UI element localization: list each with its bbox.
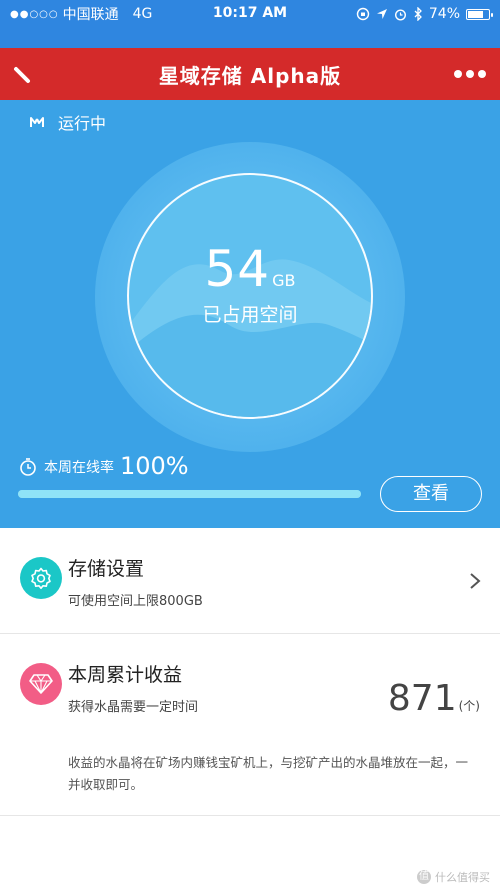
battery-icon [466,8,493,20]
earnings-description: 收益的水晶将在矿场内赚钱宝矿机上，与挖矿产出的水晶堆放在一起，一并收取即可。 [68,755,469,792]
orientation-lock-icon [356,7,370,21]
status-bar: ●●○○○ 中国联通 4G 10:17 AM 74% [0,0,500,28]
watermark-badge: 值 [417,870,431,884]
view-button[interactable]: 查看 [380,476,482,512]
earnings-value: 871 [387,678,457,719]
storage-limit-text: 可使用空间上限800GB [68,594,203,609]
battery-fill [468,10,483,18]
earnings-subtitle: 获得水晶需要一定时间 [68,700,199,715]
status-label: 运行中 [58,114,107,133]
gear-icon [31,567,51,590]
status-strip [0,28,500,48]
watermark: 值 什么值得买 [417,869,490,885]
online-progress-fill [18,490,361,498]
running-status: 运行中 [28,110,106,134]
network-type: 4G [132,6,153,22]
usage-label: 已占用空间 [202,304,298,326]
diamond-icon [29,674,53,694]
storage-settings-row[interactable]: 存储设置 可使用空间上限800GB [0,528,500,634]
stopwatch-icon [20,458,36,476]
storage-settings-title: 存储设置 [68,558,145,580]
carrier-name: 中国联通 [62,7,119,23]
usage-unit: GB [272,271,296,290]
location-icon [376,9,387,19]
app-header: 星域存储 Alpha版 [0,48,500,100]
online-rate: 本周在线率 100% [18,452,189,480]
dot [454,70,462,78]
earnings-unit: (个) [458,699,480,713]
dot [466,70,474,78]
watermark-text: 什么值得买 [435,871,490,884]
online-rate-value: 100% [120,452,189,480]
usage-value: 54 [204,240,271,298]
status-icons: 74% [356,6,493,22]
pencil-icon[interactable] [10,60,38,88]
dot [478,70,486,78]
usage-readout: 54 GB 已占用空间 [127,240,373,327]
battery-percent: 74% [428,6,460,22]
online-progress-bar [18,490,361,498]
online-rate-label: 本周在线率 [44,460,114,476]
more-dots-icon[interactable] [454,62,486,86]
page-title: 星域存储 Alpha版 [158,63,342,88]
earnings-title: 本周累计收益 [68,664,183,686]
running-status-icon [30,117,44,127]
earnings-amount: 871 (个) [388,678,480,719]
weekly-earnings-card: 本周累计收益 获得水晶需要一定时间 871 (个) 收益的水晶将在矿场内赚钱宝矿… [0,634,500,816]
bluetooth-icon [414,7,422,21]
alarm-icon [394,8,406,21]
earnings-icon-badge [20,663,62,705]
chevron-right-icon[interactable] [468,572,482,590]
storage-icon-badge [20,557,62,599]
storage-hero: 运行中 54 GB 已占用空间 本周在线率 100% 查看 [0,100,500,528]
signal-strength: ●●○○○ [10,8,59,20]
